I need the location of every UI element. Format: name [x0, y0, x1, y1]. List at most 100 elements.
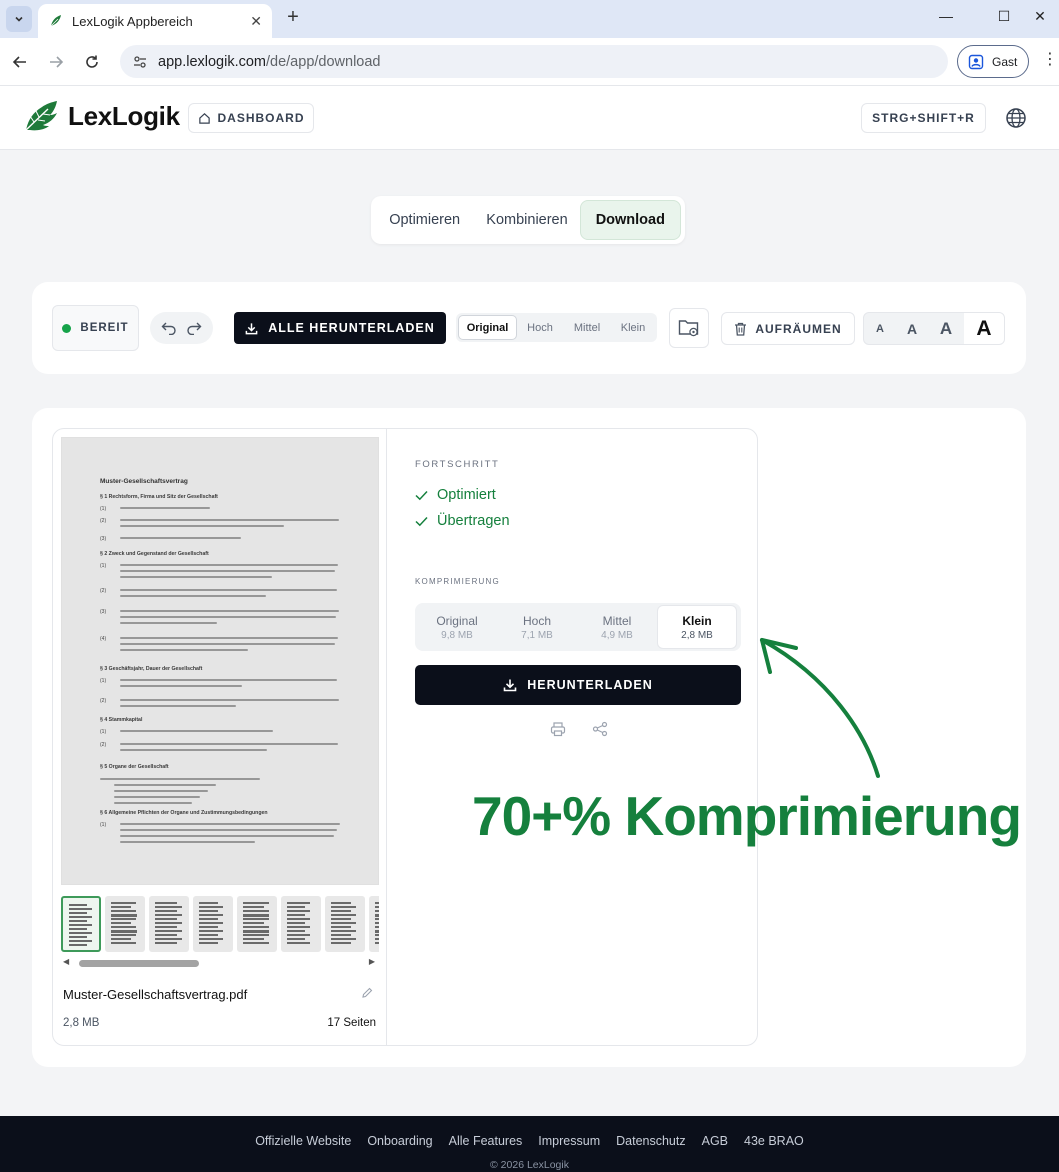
tab-search-button[interactable]	[6, 6, 32, 32]
scrollbar-thumb[interactable]	[79, 960, 199, 967]
browser-tab[interactable]: LexLogik Appbereich ✕	[38, 4, 272, 38]
preview-text-line	[120, 525, 284, 528]
page-thumbnail[interactable]	[369, 896, 379, 952]
thumbnail-text-line	[199, 910, 218, 912]
footer-link-datenschutz[interactable]: Datenschutz	[616, 1134, 685, 1148]
thumbnail-text-line	[199, 914, 223, 916]
page-thumbnail[interactable]	[105, 896, 145, 952]
window-minimize-button[interactable]: —	[936, 8, 956, 24]
thumbnail-text-line	[331, 930, 356, 932]
thumbnail-text-line	[331, 922, 356, 924]
compression-hoch-size: 7,1 MB	[521, 629, 553, 641]
page-thumbnail[interactable]	[237, 896, 277, 952]
address-bar: app.lexlogik.com/de/app/download Gast ⋮	[0, 38, 1059, 86]
print-icon[interactable]	[550, 721, 566, 737]
compression-hoch[interactable]: Hoch 7,1 MB	[497, 605, 577, 649]
quality-original[interactable]: Original	[458, 315, 517, 340]
thumbnail-scrollbar[interactable]: ◀ ▶	[61, 957, 379, 969]
footer-link-brao[interactable]: 43e BRAO	[744, 1134, 804, 1148]
thumbnail-text-line	[287, 922, 305, 924]
pencil-icon[interactable]	[361, 987, 373, 999]
page-thumbnail[interactable]	[149, 896, 189, 952]
thumbnail-text-line	[243, 934, 269, 936]
footer-link-agb[interactable]: AGB	[702, 1134, 728, 1148]
forward-button[interactable]	[44, 50, 68, 74]
compression-original-label: Original	[436, 613, 478, 628]
thumbnail-text-line	[331, 918, 351, 920]
compression-original[interactable]: Original 9,8 MB	[417, 605, 497, 649]
page-thumbnail[interactable]	[325, 896, 365, 952]
share-icon[interactable]	[592, 721, 608, 737]
thumbnail-text-line	[69, 904, 87, 906]
preview-section-heading: § 4 Stammkapital	[100, 717, 143, 723]
footer-link-features[interactable]: Alle Features	[449, 1134, 523, 1148]
folder-settings-button[interactable]	[669, 308, 709, 348]
footer-link-onboarding[interactable]: Onboarding	[367, 1134, 432, 1148]
thumbnail-text-line	[243, 906, 264, 908]
check-icon	[415, 516, 428, 526]
url-field[interactable]: app.lexlogik.com/de/app/download	[120, 45, 948, 78]
font-size-lg[interactable]: A	[964, 313, 1004, 344]
tab-title: LexLogik Appbereich	[72, 13, 193, 29]
page-thumbnail[interactable]	[193, 896, 233, 952]
preview-doc-title: Muster-Gesellschaftsvertrag	[100, 478, 188, 485]
window-close-button[interactable]: ✕	[1030, 8, 1050, 25]
thumbnail-text-line	[287, 914, 305, 916]
undo-icon[interactable]	[161, 321, 177, 335]
new-tab-button[interactable]: +	[282, 6, 304, 29]
oak-leaf-logo-icon	[25, 101, 57, 131]
compression-mittel[interactable]: Mittel 4,9 MB	[577, 605, 657, 649]
font-size-sm[interactable]: A	[896, 313, 928, 344]
workflow-steps: Optimieren Kombinieren Download	[371, 196, 685, 244]
thumbnail-text-line	[243, 914, 269, 917]
url-path: /de/app/download	[266, 53, 381, 70]
back-button[interactable]	[8, 50, 32, 74]
thumbnail-text-line	[111, 934, 136, 936]
page-thumbnail[interactable]	[281, 896, 321, 952]
thumbnail-text-line	[287, 938, 305, 940]
thumbnail-text-line	[243, 930, 269, 933]
progress-text-transferred: Übertragen	[437, 513, 510, 529]
thumbnail-text-line	[111, 926, 136, 928]
dashboard-button[interactable]: DASHBOARD	[188, 103, 314, 133]
reload-button[interactable]	[80, 50, 104, 74]
preview-text-line	[114, 784, 216, 787]
quality-klein[interactable]: Klein	[611, 315, 655, 340]
page-thumbnail[interactable]	[61, 896, 101, 952]
cleanup-button[interactable]: AUFRÄUMEN	[721, 312, 855, 345]
preview-text-line	[100, 778, 260, 781]
preview-text-line	[120, 841, 255, 844]
shortcut-button[interactable]: STRG+SHIFT+R	[861, 103, 986, 133]
globe-icon[interactable]	[1005, 107, 1027, 129]
quality-mittel[interactable]: Mittel	[563, 315, 611, 340]
scroll-left-icon[interactable]: ◀	[63, 957, 69, 966]
folder-gear-icon	[678, 320, 699, 337]
redo-icon[interactable]	[186, 321, 202, 335]
font-size-md[interactable]: A	[928, 313, 964, 344]
profile-button[interactable]: Gast	[957, 45, 1029, 78]
thumbnail-text-line	[375, 918, 379, 920]
preview-text-line	[120, 637, 338, 640]
footer-link-impressum[interactable]: Impressum	[538, 1134, 600, 1148]
download-button[interactable]: HERUNTERLADEN	[415, 665, 741, 705]
scroll-right-icon[interactable]: ▶	[369, 957, 375, 966]
window-maximize-button[interactable]: ☐	[994, 8, 1014, 25]
step-kombinieren[interactable]: Kombinieren	[474, 200, 579, 240]
thumbnail-text-line	[375, 914, 379, 917]
compression-klein[interactable]: Klein 2,8 MB	[657, 605, 737, 649]
download-all-button[interactable]: ALLE HERUNTERLADEN	[234, 312, 446, 344]
browser-menu-icon[interactable]: ⋮	[1042, 52, 1058, 68]
thumbnail-text-line	[69, 916, 92, 918]
tab-close-icon[interactable]: ✕	[250, 13, 262, 30]
progress-label: FORTSCHRITT	[415, 459, 500, 470]
step-download[interactable]: Download	[579, 200, 681, 240]
site-settings-icon[interactable]	[132, 54, 148, 70]
font-size-xs[interactable]: A	[864, 313, 896, 344]
footer-link-website[interactable]: Offizielle Website	[255, 1134, 351, 1148]
logo[interactable]: LexLogik	[22, 99, 180, 133]
quality-hoch[interactable]: Hoch	[517, 315, 563, 340]
step-optimieren[interactable]: Optimieren	[375, 200, 474, 240]
preview-text-line	[120, 576, 272, 579]
document-preview[interactable]: Muster-Gesellschaftsvertrag § 1 Rechtsfo…	[61, 437, 379, 885]
preview-paragraph-number: (3)	[100, 609, 107, 615]
